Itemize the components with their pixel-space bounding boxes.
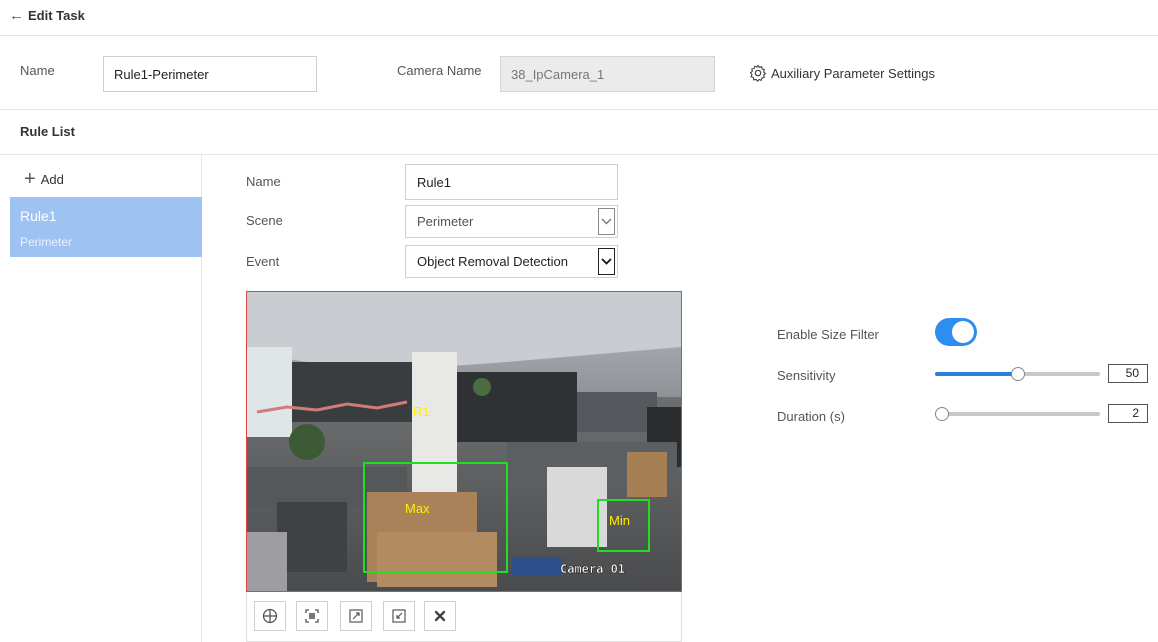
- rule-list-header: Rule List: [0, 111, 1158, 155]
- sensitivity-slider[interactable]: [935, 367, 1100, 381]
- slider-thumb[interactable]: [1010, 367, 1025, 381]
- max-label: Max: [405, 501, 430, 516]
- auxiliary-parameter-settings-link[interactable]: Auxiliary Parameter Settings: [749, 64, 935, 82]
- draw-area-button[interactable]: [254, 601, 286, 631]
- size-filter-toggle[interactable]: [935, 318, 977, 346]
- clear-delete-icon: [434, 610, 446, 622]
- scene-label: Scene: [246, 213, 283, 228]
- rule-name-label: Name: [246, 174, 281, 189]
- draw-max-size-button[interactable]: [340, 601, 372, 631]
- page-title: Edit Task: [28, 8, 85, 23]
- min-label: Min: [609, 513, 630, 528]
- back-button[interactable]: ← Edit Task: [9, 8, 85, 23]
- expand-max-icon: [349, 609, 363, 623]
- full-screen-area-button[interactable]: [296, 601, 328, 631]
- event-label: Event: [246, 254, 280, 269]
- add-rule-label: Add: [40, 171, 64, 187]
- draw-min-size-button[interactable]: [383, 601, 415, 631]
- rule-list-heading: Rule List: [20, 124, 75, 139]
- rule-item-name: Rule1: [20, 208, 57, 224]
- rule-item-scene: Perimeter: [20, 235, 73, 249]
- fit-region-icon: [305, 609, 319, 623]
- sensitivity-value-input[interactable]: 50: [1108, 364, 1148, 383]
- rule-name-input[interactable]: Rule1: [405, 164, 618, 200]
- shrink-min-icon: [392, 609, 406, 623]
- left-arrow-icon: ←: [9, 7, 24, 24]
- camera-name-label: Camera Name: [397, 63, 482, 78]
- clear-button[interactable]: [424, 601, 456, 631]
- task-name-label: Name: [20, 63, 55, 78]
- rule-name-value: Rule1: [417, 174, 451, 190]
- camera-video-preview[interactable]: R1 Max Min Camera 01: [246, 291, 682, 592]
- sensitivity-label: Sensitivity: [777, 368, 836, 383]
- task-settings-row: Name Camera Name Auxiliary Parameter Set…: [0, 37, 1158, 110]
- rule-list-sidebar: + Add Rule1 Perimeter: [10, 155, 202, 642]
- duration-label: Duration (s): [777, 409, 845, 424]
- camera-name-field: [500, 56, 715, 92]
- crosshair-target-icon: [262, 608, 278, 624]
- event-select[interactable]: Object Removal Detection: [405, 245, 618, 278]
- duration-value-input[interactable]: 2: [1108, 404, 1148, 423]
- scene-select[interactable]: Perimeter: [405, 205, 618, 238]
- camera-osd-label: Camera 01: [560, 562, 625, 576]
- header-bar: ← Edit Task: [0, 0, 1158, 36]
- add-rule-button[interactable]: + Add: [24, 169, 64, 189]
- auxiliary-parameter-settings-label: Auxiliary Parameter Settings: [771, 65, 936, 81]
- size-filter-label: Enable Size Filter: [777, 327, 879, 342]
- gear-icon: [749, 64, 767, 82]
- chevron-down-icon: [598, 208, 615, 235]
- plus-icon: +: [24, 168, 36, 190]
- slider-thumb[interactable]: [935, 407, 949, 421]
- video-toolbar: [246, 592, 682, 642]
- slider-fill: [935, 372, 1018, 376]
- slider-track: [935, 412, 1100, 416]
- task-name-input[interactable]: [103, 56, 317, 92]
- rule-list-item[interactable]: Rule1 Perimeter: [10, 197, 202, 257]
- duration-slider[interactable]: [935, 407, 1100, 421]
- toggle-knob: [952, 321, 974, 343]
- video-frame: R1 Max Min Camera 01: [247, 292, 681, 591]
- event-select-value: Object Removal Detection: [417, 254, 569, 269]
- region-label: R1: [413, 404, 430, 419]
- scene-select-value: Perimeter: [417, 214, 474, 229]
- chevron-down-icon: [598, 248, 615, 275]
